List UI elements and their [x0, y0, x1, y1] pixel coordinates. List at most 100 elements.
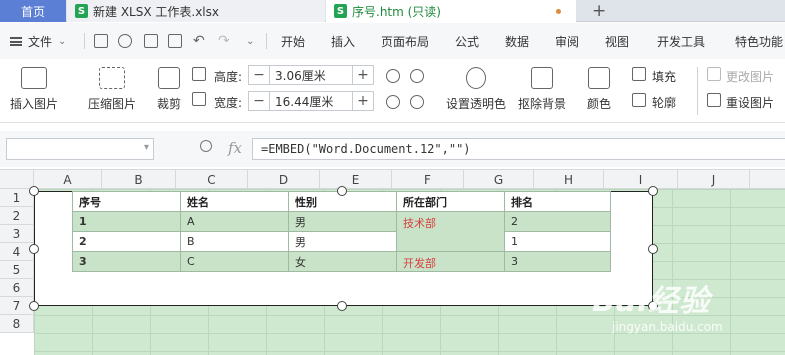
fill-icon[interactable]: [632, 67, 646, 81]
fill-label[interactable]: 填充: [652, 68, 676, 85]
menu-data[interactable]: 数据: [505, 23, 529, 59]
tab-home[interactable]: 首页: [0, 0, 66, 22]
tab-htm-label: 序号.htm (只读): [352, 4, 441, 19]
menu-features[interactable]: 特色功能: [735, 23, 783, 59]
height-label: 高度:: [214, 70, 243, 84]
resize-handle-right[interactable]: [648, 244, 658, 254]
menu-formula[interactable]: 公式: [455, 23, 479, 59]
save-icon[interactable]: [94, 34, 108, 48]
select-all-corner[interactable]: [0, 170, 34, 189]
fx-icon[interactable]: fx: [228, 139, 242, 157]
crop-label: 裁剪: [157, 97, 182, 111]
table-cell: 2: [504, 211, 611, 232]
lock-ratio-icon[interactable]: [192, 67, 206, 81]
undo-icon[interactable]: ↶: [193, 23, 205, 59]
width-stepper[interactable]: − 16.44厘米 +: [248, 91, 374, 111]
width-increase-button[interactable]: +: [353, 92, 373, 110]
more-chevron-icon[interactable]: ⌄: [246, 23, 254, 59]
height-input[interactable]: 3.06厘米: [269, 66, 353, 84]
table-cell-merged: 技术部: [396, 211, 505, 252]
insert-picture-button[interactable]: 插入图片: [10, 67, 58, 112]
column-header-b[interactable]: B: [102, 170, 176, 189]
height-stepper[interactable]: − 3.06厘米 +: [248, 65, 374, 85]
menu-developer[interactable]: 开发工具: [657, 23, 705, 59]
menu-page-layout[interactable]: 页面布局: [381, 23, 429, 59]
magic-wand-icon: [531, 67, 553, 89]
height-decrease-button[interactable]: −: [249, 66, 269, 84]
column-header-c[interactable]: C: [176, 170, 248, 189]
resize-handle-bottom-left[interactable]: [29, 301, 39, 311]
tab-htm[interactable]: S 序号.htm (只读): [326, 0, 576, 22]
outline-icon[interactable]: [632, 93, 646, 107]
row-header-5[interactable]: 5: [0, 261, 34, 279]
undo-format-icon[interactable]: [118, 34, 132, 48]
rotate-icon[interactable]: [386, 69, 400, 83]
resize-handle-left[interactable]: [29, 244, 39, 254]
resize-handle-top-left[interactable]: [29, 186, 39, 196]
table-header-cell: 排名: [504, 191, 611, 212]
color-button[interactable]: 颜色: [587, 67, 611, 112]
name-box[interactable]: [6, 138, 154, 160]
row-header-8[interactable]: 8: [0, 315, 34, 333]
formula-bar: fx =EMBED("Word.Document.12",""): [0, 131, 785, 167]
chevron-down-icon: ⌄: [58, 35, 67, 47]
color-label: 颜色: [587, 97, 612, 111]
brightness-icon[interactable]: [386, 95, 400, 109]
redo-icon[interactable]: ↷: [218, 23, 230, 59]
column-header-h[interactable]: H: [534, 170, 604, 189]
column-header-g[interactable]: G: [464, 170, 534, 189]
width-label: 宽度:: [214, 96, 243, 110]
menu-start[interactable]: 开始: [281, 23, 305, 59]
menu-review[interactable]: 审阅: [555, 23, 579, 59]
menu-view[interactable]: 视图: [605, 23, 629, 59]
row-header-6[interactable]: 6: [0, 279, 34, 297]
change-picture-icon: [707, 67, 721, 81]
reset-picture-icon[interactable]: [707, 93, 721, 107]
table-row: 2 B 男 1: [72, 231, 611, 252]
contrast-icon[interactable]: [410, 95, 424, 109]
column-header-i[interactable]: I: [604, 170, 678, 189]
table-cell: 3: [504, 251, 611, 272]
print-preview-icon[interactable]: [168, 34, 182, 48]
width-decrease-button[interactable]: −: [249, 92, 269, 110]
table-cell: 1: [504, 231, 611, 252]
zoom-search-icon[interactable]: [200, 140, 212, 152]
table-header-cell: 姓名: [180, 191, 289, 212]
menu-bar: 文件 ⌄ ↶ ↷ ⌄ 开始 插入 页面布局 公式 数据 审阅 视图 开发工具 特…: [0, 23, 785, 59]
resize-handle-top-right[interactable]: [648, 186, 658, 196]
remove-background-button[interactable]: 抠除背景: [518, 67, 566, 112]
formula-input[interactable]: =EMBED("Word.Document.12",""): [252, 138, 785, 160]
table-cell: 男: [288, 231, 397, 252]
resize-icon[interactable]: [192, 92, 206, 106]
rotate-left-icon[interactable]: [410, 69, 424, 83]
reset-picture-label[interactable]: 重设图片: [726, 94, 774, 111]
picture-icon: [21, 67, 47, 89]
column-header-e[interactable]: E: [320, 170, 392, 189]
resize-handle-bottom-right[interactable]: [648, 301, 658, 311]
file-menu[interactable]: 文件 ⌄: [10, 23, 66, 59]
column-header-j[interactable]: J: [678, 170, 750, 189]
change-picture-label: 更改图片: [726, 70, 775, 84]
width-input[interactable]: 16.44厘米: [269, 92, 353, 110]
table-header-cell: 序号: [72, 191, 181, 212]
table-header-cell: 所在部门: [396, 191, 505, 212]
row-header-2[interactable]: 2: [0, 207, 34, 225]
set-transparent-button[interactable]: 设置透明色: [446, 67, 506, 112]
table-row: 3 C 女 开发部 3: [72, 251, 611, 272]
tab-xlsx[interactable]: S 新建 XLSX 工作表.xlsx: [67, 0, 325, 22]
crop-button[interactable]: 裁剪: [157, 67, 181, 112]
resize-handle-top[interactable]: [337, 186, 347, 196]
print-icon[interactable]: [144, 34, 158, 48]
column-header-f[interactable]: F: [392, 170, 464, 189]
row-header-3[interactable]: 3: [0, 225, 34, 243]
column-header-d[interactable]: D: [248, 170, 320, 189]
menu-insert[interactable]: 插入: [331, 23, 355, 59]
new-tab-plus-icon[interactable]: +: [592, 0, 606, 22]
resize-handle-bottom[interactable]: [337, 301, 347, 311]
height-increase-button[interactable]: +: [353, 66, 373, 84]
column-header-a[interactable]: A: [34, 170, 102, 189]
spreadsheet-icon: S: [75, 4, 88, 18]
embedded-table: 序号 姓名 性别 所在部门 排名 1 A 男 技术部 2 2 B 男 1 3 C…: [72, 191, 611, 272]
outline-label[interactable]: 轮廓: [652, 94, 676, 111]
compress-picture-button[interactable]: 压缩图片: [88, 67, 136, 112]
